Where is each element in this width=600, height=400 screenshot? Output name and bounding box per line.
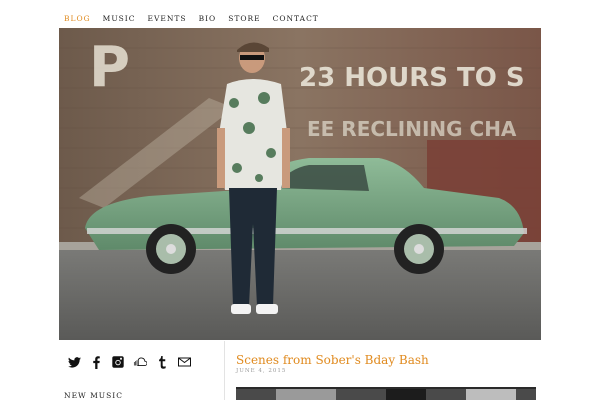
soundcloud-icon[interactable] [133,355,147,369]
nav-item-contact[interactable]: CONTACT [273,14,319,23]
sidebar: NEW MUSIC [59,341,225,400]
mail-icon[interactable] [177,355,191,369]
post-thumbnail[interactable] [236,387,536,400]
hero-photo: P 23 HOURS TO S EE RECLINING CHA [59,28,541,340]
wall-text-sub: EE RECLINING CHA [307,117,517,141]
nav-item-store[interactable]: STORE [228,14,260,23]
nav-item-music[interactable]: MUSIC [103,14,136,23]
instagram-icon[interactable] [111,355,125,369]
wall-text-headline: 23 HOURS TO S [299,63,525,93]
post-thumbnail-image [236,389,536,400]
post-title[interactable]: Scenes from Sober's Bday Bash [236,353,429,367]
wall-letter: P [89,35,130,100]
nav-item-bio[interactable]: BIO [199,14,217,23]
sidebar-section-label: NEW MUSIC [64,391,123,400]
hero-image: P 23 HOURS TO S EE RECLINING CHA [59,28,541,340]
twitter-icon[interactable] [67,355,81,369]
nav-item-blog[interactable]: BLOG [64,14,91,23]
nav-item-events[interactable]: EVENTS [147,14,186,23]
social-links [67,355,191,369]
post-date: JUNE 4, 2015 [236,368,287,374]
facebook-icon[interactable] [89,355,103,369]
tumblr-icon[interactable] [155,355,169,369]
main-nav: BLOG MUSIC EVENTS BIO STORE CONTACT [64,14,319,23]
